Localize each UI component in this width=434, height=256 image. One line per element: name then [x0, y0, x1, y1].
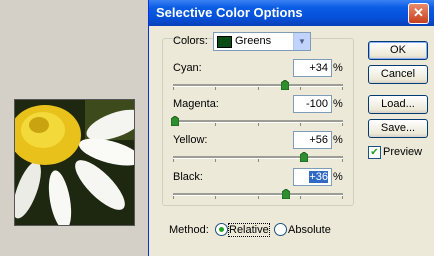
- close-icon: ✕: [413, 5, 424, 20]
- slider-tick: [257, 196, 259, 199]
- black-label: Black:: [173, 171, 203, 183]
- yellow-value-field[interactable]: +56: [293, 131, 332, 149]
- flower-preview-image: [14, 99, 135, 226]
- colors-selected-value: Greens: [235, 35, 272, 47]
- cyan-label: Cyan:: [173, 62, 202, 74]
- color-swatch: [217, 36, 232, 48]
- yellow-slider-thumb[interactable]: [300, 152, 308, 162]
- slider-tick: [173, 196, 174, 199]
- slider-tick: [257, 123, 259, 126]
- relative-label[interactable]: Relative: [228, 223, 270, 237]
- slider-tick: [173, 87, 174, 90]
- yellow-percent: %: [333, 134, 343, 146]
- slider-tick: [342, 196, 343, 199]
- slider-tick: [215, 87, 217, 90]
- absolute-radio[interactable]: [274, 223, 287, 236]
- load-button[interactable]: Load...: [368, 95, 428, 114]
- chevron-down-icon[interactable]: ▼: [293, 33, 310, 50]
- cancel-button[interactable]: Cancel: [368, 65, 428, 84]
- cyan-value-field[interactable]: +34: [293, 59, 332, 77]
- relative-radio[interactable]: [215, 223, 228, 236]
- magenta-slider-track[interactable]: [173, 120, 343, 126]
- slider-tick: [342, 123, 343, 126]
- colors-select[interactable]: Greens ▼: [213, 32, 311, 51]
- magenta-value-field[interactable]: -100: [293, 95, 332, 113]
- slider-tick: [299, 196, 301, 199]
- slider-tick: [257, 159, 259, 162]
- preview-checkbox[interactable]: ✔: [368, 146, 381, 159]
- slider-tick: [173, 159, 174, 162]
- magenta-slider-thumb[interactable]: [171, 116, 179, 126]
- cyan-slider-track[interactable]: [173, 84, 343, 90]
- black-slider-thumb[interactable]: [282, 189, 290, 199]
- slider-tick: [299, 87, 301, 90]
- slider-tick: [257, 87, 259, 90]
- title-bar: Selective Color Options ✕: [149, 0, 434, 26]
- cyan-percent: %: [333, 62, 343, 74]
- save-button[interactable]: Save...: [368, 119, 428, 138]
- dialog-title: Selective Color Options: [156, 5, 303, 20]
- magenta-percent: %: [333, 98, 343, 110]
- slider-tick: [215, 123, 217, 126]
- checkmark-icon: ✔: [370, 147, 379, 158]
- black-value-field[interactable]: +36: [293, 168, 332, 186]
- slider-tick: [215, 159, 217, 162]
- selective-color-dialog: Selective Color Options ✕ Colors: Greens…: [148, 0, 434, 256]
- radio-selected-dot: [219, 227, 224, 232]
- slider-tick: [342, 87, 343, 90]
- black-slider-track[interactable]: [173, 193, 343, 199]
- black-percent: %: [333, 171, 343, 183]
- slider-tick: [342, 159, 343, 162]
- preview-label[interactable]: Preview: [383, 146, 422, 158]
- close-button[interactable]: ✕: [408, 3, 429, 24]
- magenta-label: Magenta:: [173, 98, 219, 110]
- ok-button[interactable]: OK: [368, 41, 428, 60]
- yellow-slider-track[interactable]: [173, 156, 343, 162]
- absolute-label[interactable]: Absolute: [288, 224, 331, 236]
- colors-label: Colors:: [173, 35, 208, 47]
- yellow-label: Yellow:: [173, 134, 208, 146]
- slider-tick: [215, 196, 217, 199]
- method-label: Method:: [169, 224, 209, 236]
- cyan-slider-thumb[interactable]: [281, 80, 289, 90]
- slider-tick: [299, 123, 301, 126]
